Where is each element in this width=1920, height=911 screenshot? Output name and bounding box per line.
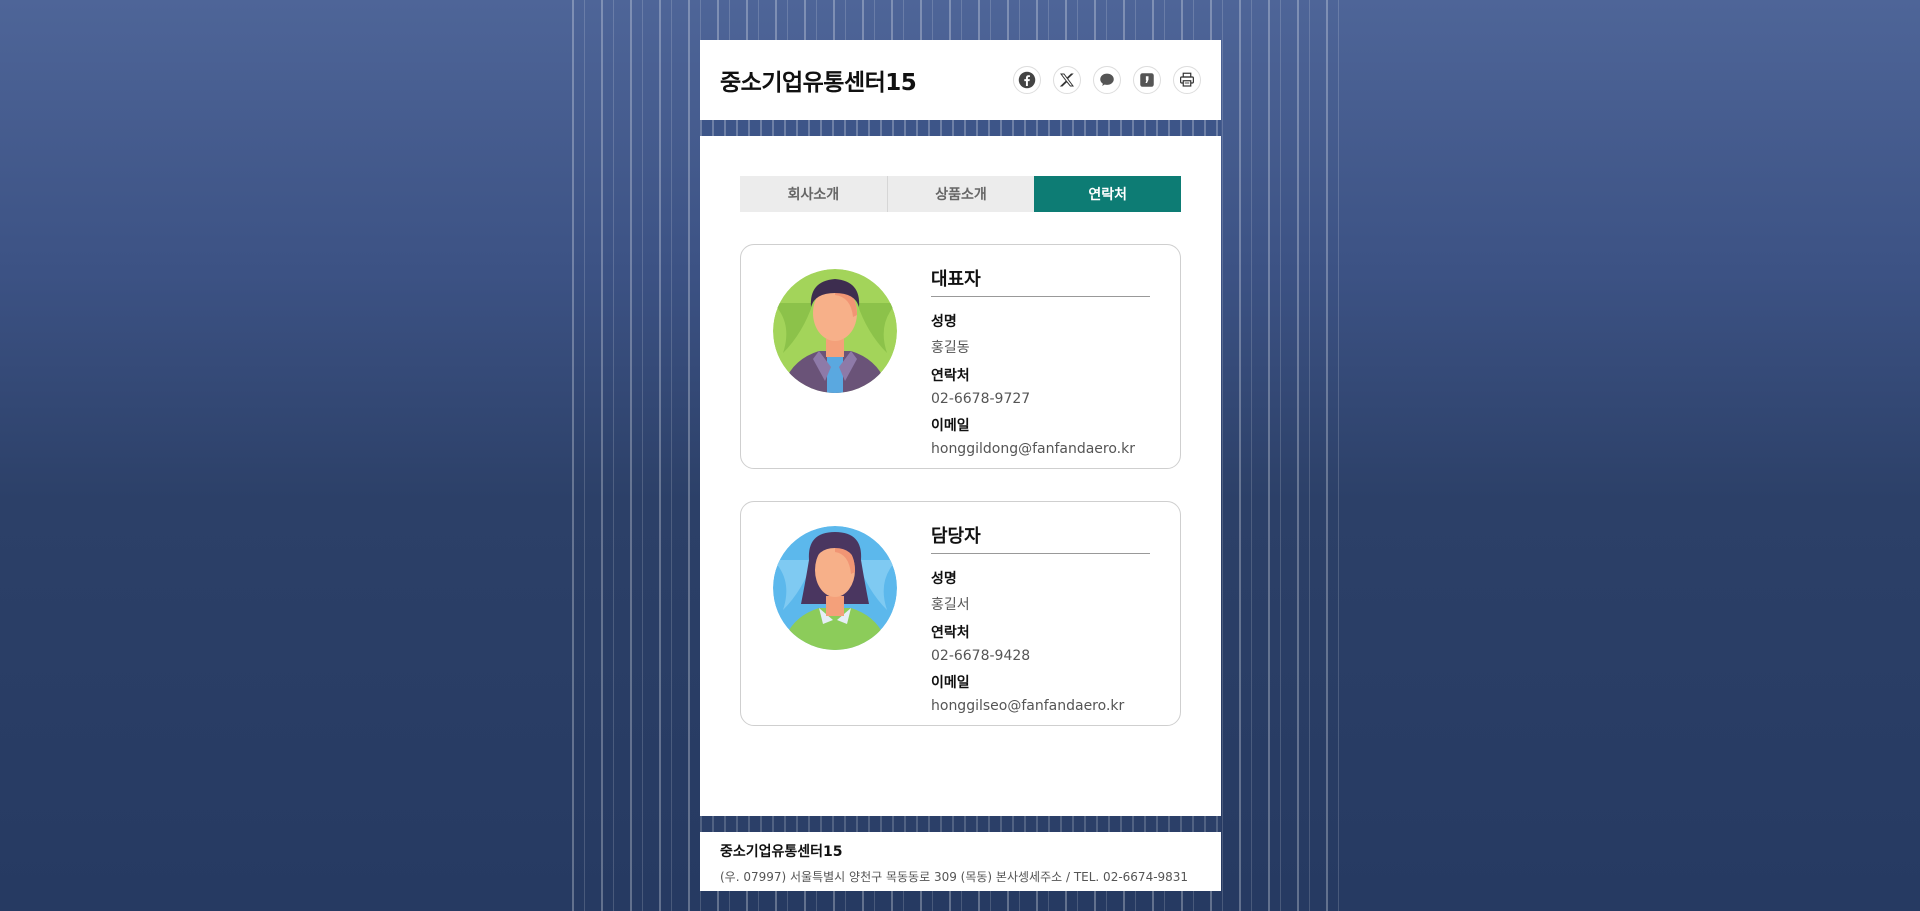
- contact-role: 담당자: [931, 522, 1150, 554]
- footer-address: (우. 07997) 서울특별시 양천구 목동동로 309 (목동) 본사셍세주…: [720, 870, 1189, 884]
- share-buttons: [1013, 66, 1201, 94]
- phone-label: 연락처: [931, 625, 970, 641]
- print-icon: [1180, 72, 1194, 87]
- phone-value[interactable]: 02-6678-9428: [931, 648, 1150, 664]
- chat-icon: [1100, 73, 1114, 86]
- email-value[interactable]: honggilseo@fanfandaero.kr: [931, 698, 1150, 714]
- header: 중소기업유통센터15: [700, 40, 1221, 120]
- email-label: 이메일: [931, 675, 970, 691]
- contact-role: 대표자: [931, 265, 1150, 297]
- name-value: 홍길동: [931, 340, 970, 356]
- name-label: 성명: [931, 571, 957, 587]
- tab-company-intro[interactable]: 회사소개: [740, 176, 888, 212]
- main-content: 회사소개 상품소개 연락처 대표자 성명 홍길동 연락처 02-6678-972…: [700, 136, 1221, 816]
- facebook-share-button[interactable]: [1013, 66, 1041, 94]
- contact-info: 대표자 성명 홍길동 연락처 02-6678-9727 이메일 honggild…: [931, 263, 1150, 468]
- page-title: 중소기업유통센터15: [720, 70, 917, 96]
- male-avatar-icon: [773, 269, 897, 393]
- facebook-icon: [1018, 71, 1036, 89]
- kakao-story-share-button[interactable]: [1133, 66, 1161, 94]
- footer: 중소기업유통센터15 (우. 07997) 서울특별시 양천구 목동동로 309…: [700, 832, 1221, 891]
- contact-card-manager: 담당자 성명 홍길서 연락처 02-6678-9428 이메일 honggils…: [740, 501, 1181, 726]
- footer-company-name: 중소기업유통센터15: [720, 844, 843, 860]
- name-label: 성명: [931, 314, 957, 330]
- phone-value[interactable]: 02-6678-9727: [931, 391, 1150, 407]
- kakao-story-icon: [1140, 73, 1154, 87]
- print-button[interactable]: [1173, 66, 1201, 94]
- chat-share-button[interactable]: [1093, 66, 1121, 94]
- contact-card-representative: 대표자 성명 홍길동 연락처 02-6678-9727 이메일 honggild…: [740, 244, 1181, 469]
- footer-divider-band: [700, 816, 1221, 832]
- x-share-button[interactable]: [1053, 66, 1081, 94]
- header-divider-band: [700, 120, 1221, 136]
- business-card-page: 중소기업유통센터15 회사소개 상품소개 연락처 대표자 성명 홍길동 연락처 …: [700, 40, 1221, 911]
- tab-product-intro[interactable]: 상품소개: [887, 176, 1035, 212]
- phone-label: 연락처: [931, 368, 970, 384]
- email-label: 이메일: [931, 418, 970, 434]
- tab-bar: 회사소개 상품소개 연락처: [740, 176, 1182, 212]
- contact-info: 담당자 성명 홍길서 연락처 02-6678-9428 이메일 honggils…: [931, 520, 1150, 725]
- tab-contact[interactable]: 연락처: [1034, 176, 1182, 212]
- x-icon: [1059, 73, 1074, 87]
- female-avatar-icon: [773, 526, 897, 650]
- name-value: 홍길서: [931, 597, 970, 613]
- email-value[interactable]: honggildong@fanfandaero.kr: [931, 441, 1150, 457]
